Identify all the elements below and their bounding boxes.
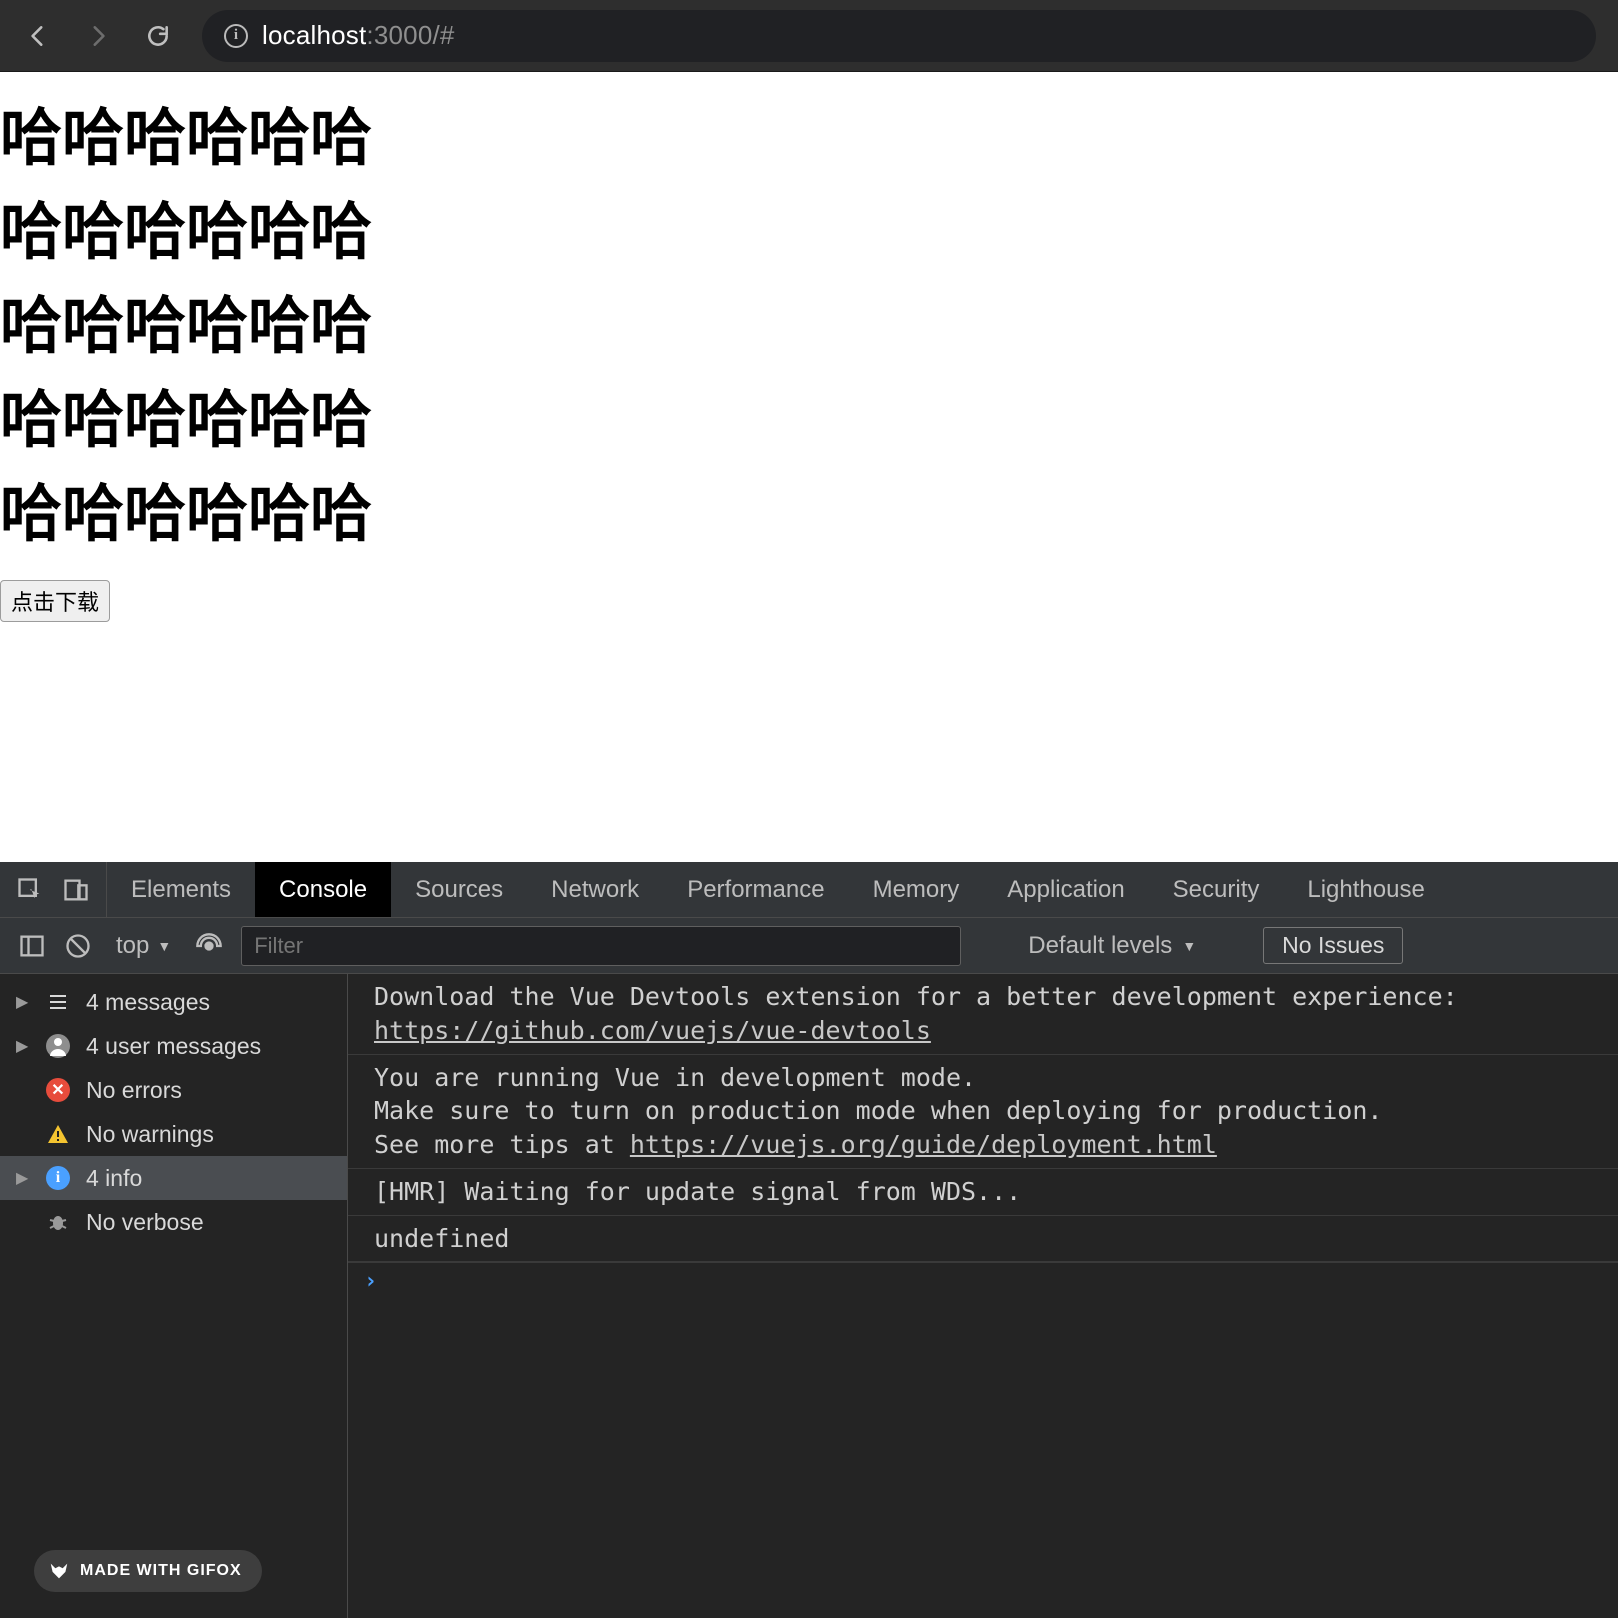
- fox-icon: [48, 1560, 70, 1582]
- devtools-tabstrip: Elements Console Sources Network Perform…: [0, 862, 1618, 918]
- tab-elements[interactable]: Elements: [107, 862, 255, 917]
- sidebar-item-label: No warnings: [86, 1121, 214, 1148]
- console-toolbar: top ▼ Default levels ▼ No Issues: [0, 918, 1618, 974]
- back-button[interactable]: [22, 20, 54, 52]
- clear-console-icon[interactable]: [64, 932, 92, 960]
- console-text: See more tips at: [374, 1130, 630, 1159]
- console-body: ▶ 4 messages ▶ 4 user messages ▶ ✕ No er…: [0, 974, 1618, 1618]
- text-row: 哈哈哈哈哈哈: [0, 170, 1618, 264]
- prompt-caret-icon: ›: [364, 1269, 377, 1294]
- console-prompt[interactable]: ›: [348, 1262, 1618, 1300]
- sidebar-item-messages[interactable]: ▶ 4 messages: [0, 980, 347, 1024]
- download-button[interactable]: 点击下载: [0, 580, 110, 622]
- console-message: You are running Vue in development mode.…: [348, 1055, 1618, 1169]
- device-toolbar-icon[interactable]: [62, 876, 90, 904]
- console-text: You are running Vue in development mode.: [374, 1063, 976, 1092]
- tab-application[interactable]: Application: [983, 862, 1148, 917]
- tab-console[interactable]: Console: [255, 862, 391, 917]
- sidebar-item-label: No verbose: [86, 1209, 204, 1236]
- chevron-down-icon: ▼: [157, 938, 171, 954]
- list-icon: [44, 988, 72, 1016]
- page-content: 哈哈哈哈哈哈 哈哈哈哈哈哈 哈哈哈哈哈哈 哈哈哈哈哈哈 哈哈哈哈哈哈 点击下载: [0, 72, 1618, 862]
- site-info-icon[interactable]: i: [224, 24, 248, 48]
- tab-sources[interactable]: Sources: [391, 862, 527, 917]
- console-link[interactable]: https://vuejs.org/guide/deployment.html: [630, 1130, 1217, 1159]
- disclosure-triangle-icon: ▶: [16, 992, 30, 1012]
- console-message: Download the Vue Devtools extension for …: [348, 974, 1618, 1055]
- text-row: 哈哈哈哈哈哈: [0, 452, 1618, 546]
- console-message: [HMR] Waiting for update signal from WDS…: [348, 1169, 1618, 1216]
- tab-network[interactable]: Network: [527, 862, 663, 917]
- forward-button[interactable]: [82, 20, 114, 52]
- gifox-watermark: MADE WITH GIFOX: [34, 1550, 262, 1592]
- devtools-panel: Elements Console Sources Network Perform…: [0, 862, 1618, 1618]
- sidebar-item-label: 4 info: [86, 1165, 142, 1192]
- console-output[interactable]: Download the Vue Devtools extension for …: [348, 974, 1618, 1618]
- sidebar-item-verbose[interactable]: ▶ No verbose: [0, 1200, 347, 1244]
- context-label: top: [116, 932, 149, 960]
- disclosure-triangle-icon: ▶: [16, 1168, 30, 1188]
- sidebar-item-user-messages[interactable]: ▶ 4 user messages: [0, 1024, 347, 1068]
- console-message: undefined: [348, 1216, 1618, 1263]
- text-row: 哈哈哈哈哈哈: [0, 72, 1618, 170]
- gifox-label: MADE WITH GIFOX: [80, 1562, 242, 1580]
- sidebar-item-label: No errors: [86, 1077, 182, 1104]
- tab-lighthouse[interactable]: Lighthouse: [1283, 862, 1448, 917]
- tab-performance[interactable]: Performance: [663, 862, 848, 917]
- issues-button[interactable]: No Issues: [1263, 927, 1403, 964]
- sidebar-item-info[interactable]: ▶ i 4 info: [0, 1156, 347, 1200]
- url-path: /#: [433, 20, 455, 50]
- text-row: 哈哈哈哈哈哈: [0, 264, 1618, 358]
- text-row: 哈哈哈哈哈哈: [0, 358, 1618, 452]
- sidebar-item-errors[interactable]: ▶ ✕ No errors: [0, 1068, 347, 1112]
- toggle-sidebar-icon[interactable]: [18, 932, 46, 960]
- chevron-down-icon: ▼: [1182, 938, 1196, 954]
- url-text: localhost:3000/#: [262, 20, 455, 51]
- live-expression-icon[interactable]: [195, 932, 223, 960]
- console-text: Make sure to turn on production mode whe…: [374, 1096, 1382, 1125]
- disclosure-triangle-icon: ▶: [16, 1036, 30, 1056]
- url-bar[interactable]: i localhost:3000/#: [202, 10, 1596, 62]
- browser-toolbar: i localhost:3000/#: [0, 0, 1618, 72]
- tab-security[interactable]: Security: [1149, 862, 1284, 917]
- user-icon: [44, 1032, 72, 1060]
- console-link[interactable]: https://github.com/vuejs/vue-devtools: [374, 1016, 931, 1045]
- error-icon: ✕: [44, 1076, 72, 1104]
- sidebar-item-label: 4 user messages: [86, 1033, 261, 1060]
- devtools-tabstrip-left: [0, 862, 107, 917]
- url-port: :3000: [366, 20, 432, 50]
- console-filter-input[interactable]: [241, 926, 961, 966]
- sidebar-item-label: 4 messages: [86, 989, 210, 1016]
- warning-icon: [44, 1120, 72, 1148]
- url-host: localhost: [262, 20, 366, 50]
- inspect-element-icon[interactable]: [16, 876, 44, 904]
- bug-icon: [44, 1208, 72, 1236]
- execution-context-dropdown[interactable]: top ▼: [110, 932, 177, 960]
- sidebar-item-warnings[interactable]: ▶ No warnings: [0, 1112, 347, 1156]
- levels-label: Default levels: [1028, 932, 1172, 960]
- console-text: Download the Vue Devtools extension for …: [374, 982, 1458, 1011]
- tab-memory[interactable]: Memory: [849, 862, 984, 917]
- reload-button[interactable]: [142, 20, 174, 52]
- console-sidebar: ▶ 4 messages ▶ 4 user messages ▶ ✕ No er…: [0, 974, 348, 1618]
- info-icon: i: [44, 1164, 72, 1192]
- log-levels-dropdown[interactable]: Default levels ▼: [1013, 931, 1211, 961]
